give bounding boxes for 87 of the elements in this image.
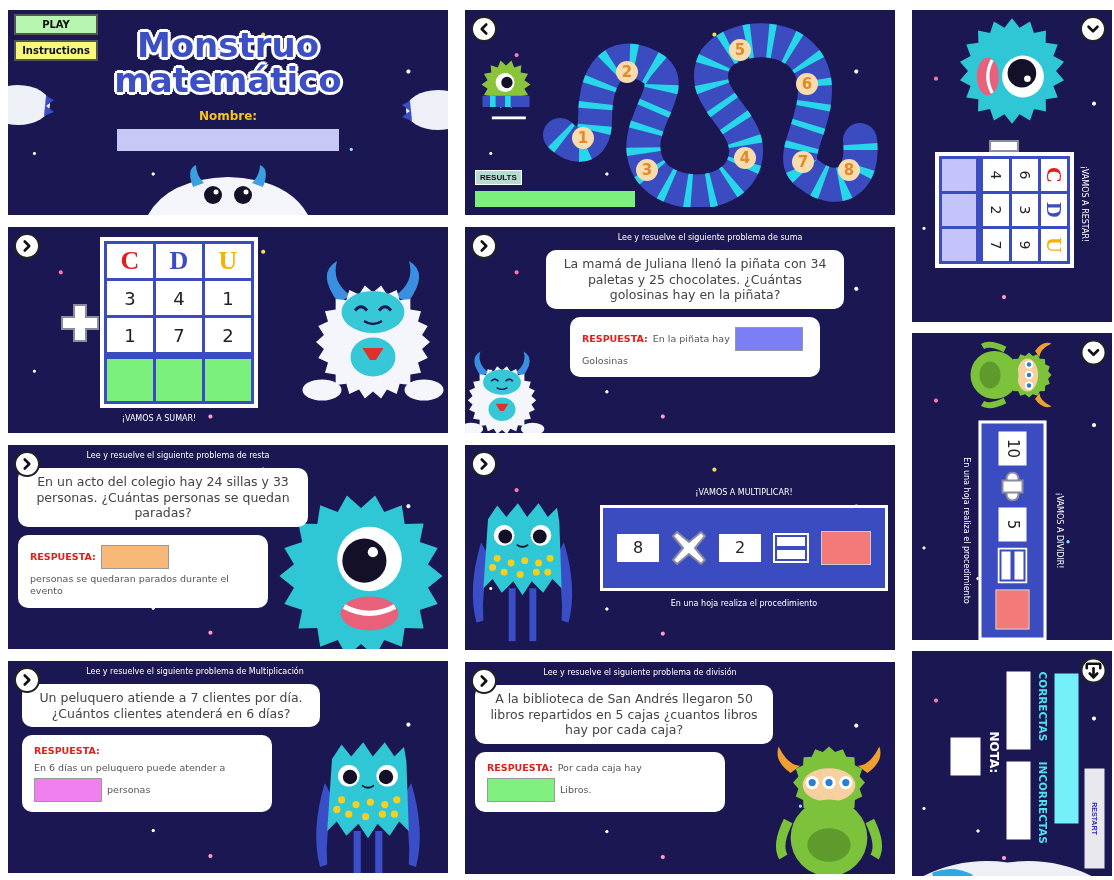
operand-cell: 2 <box>719 533 761 562</box>
table-cell: 3 <box>107 281 153 315</box>
answer-text: personas <box>107 783 151 797</box>
menu-button[interactable]: PLAY <box>14 14 98 35</box>
table-cell: 7 <box>983 229 1009 261</box>
answer-text: En 6 días un peluquero puede atender a <box>34 761 226 774</box>
answer-field[interactable] <box>107 359 153 401</box>
answer-field[interactable] <box>34 777 102 802</box>
column-header: U <box>205 244 251 278</box>
answer-text: En la piñata hay <box>652 332 730 346</box>
next-button[interactable] <box>471 451 497 477</box>
operand-cell: 10 <box>998 431 1026 465</box>
score-field[interactable] <box>1006 671 1030 749</box>
answer-text: Por cada caja hay <box>557 761 642 775</box>
column-header: C <box>107 244 153 278</box>
question-card: La mamá de Juliana llenó la piñata con 34 paletas y 25 chocolates. ¿Cuántas golosinas hay en la piñata? <box>546 250 844 309</box>
instruction-text: Lee y resuelve el siguiente problema de suma <box>616 233 803 242</box>
score-label: INCORRECTAS <box>1036 761 1048 844</box>
multiply-icon <box>671 529 707 566</box>
exit-icon <box>1084 661 1102 679</box>
table-cell: 7 <box>156 318 202 352</box>
next-button[interactable] <box>471 233 497 259</box>
score-label: CORRECTAS <box>1036 671 1048 743</box>
question-card: Un peluquero atiende a 7 clientes por día. ¿Cuántos clientes atenderá en 6 días? <box>22 684 320 728</box>
caption-text: ¡VAMOS A DIVIDIR! <box>1054 491 1063 569</box>
answer-field[interactable] <box>942 194 976 226</box>
operand-cell: 8 <box>617 533 659 562</box>
answer-text: Golosinas <box>582 354 628 368</box>
next-button[interactable] <box>14 451 40 477</box>
equals-icon <box>773 532 809 563</box>
grade-label: NOTA: <box>986 731 1000 775</box>
table-cell: 1 <box>107 318 153 352</box>
next-button[interactable] <box>1080 339 1106 365</box>
answer-field[interactable] <box>821 530 871 565</box>
instruction-text: Lee y resuelve el siguiente problema de resta <box>85 451 270 460</box>
next-button[interactable] <box>14 233 40 259</box>
column-header: D <box>1041 194 1067 226</box>
answer-field[interactable] <box>942 159 976 191</box>
column-header: C <box>1041 159 1067 191</box>
answer-field[interactable] <box>100 544 169 569</box>
field-label: Nombre: <box>198 109 258 124</box>
next-button[interactable] <box>14 667 40 693</box>
table-cell: 9 <box>1012 229 1038 261</box>
answer-label: RESPUESTA: <box>487 761 553 775</box>
answer-field[interactable] <box>995 589 1029 629</box>
table-cell: 4 <box>983 159 1009 191</box>
instruction-text: Lee y resuelve el siguiente problema de división <box>542 668 737 677</box>
answer-label: RESPUESTA: <box>34 745 100 758</box>
answer-field[interactable] <box>205 359 251 401</box>
table-cell: 4 <box>156 281 202 315</box>
answer-label: RESPUESTA: <box>582 332 648 346</box>
operand-cell: 5 <box>998 507 1026 541</box>
answer-field[interactable] <box>156 359 202 401</box>
footer-text: En una hoja realiza el procedimiento <box>670 598 818 608</box>
answer-text: personas se quedaran parados durante el evento <box>30 572 230 598</box>
answer-label: RESPUESTA: <box>30 550 96 564</box>
menu-button[interactable]: Instructions <box>14 40 98 61</box>
exit-button[interactable] <box>1080 657 1106 683</box>
grade-field[interactable] <box>950 737 980 775</box>
table-cell: 2 <box>983 194 1009 226</box>
input-field[interactable] <box>475 191 635 207</box>
instruction-text: Lee y resuelve el siguiente problema de Multiplicación <box>85 667 304 676</box>
column-header: U <box>1041 229 1067 261</box>
results-button[interactable]: RESULTS <box>475 170 522 185</box>
table-cell: 6 <box>1012 159 1038 191</box>
question-card: En un acto del colegio hay 24 sillas y 33 personas. ¿Cuántas personas se quedan paradas? <box>18 468 308 527</box>
score-field[interactable] <box>1006 761 1030 839</box>
caption-text: ¡VAMOS A SUMAR! <box>121 414 197 423</box>
answer-field[interactable] <box>942 229 976 261</box>
table-cell: 1 <box>205 281 251 315</box>
footer-text: En una hoja realiza el procedimiento <box>961 456 970 604</box>
answer-field[interactable] <box>734 326 803 351</box>
back-button[interactable] <box>471 16 497 42</box>
table-cell: 2 <box>205 318 251 352</box>
game-title: Monstruo matemático <box>114 28 342 98</box>
caption-text: ¡VAMOS A RESTAR! <box>1080 165 1089 243</box>
question-card: A la biblioteca de San Andrés llegaron 50 libros repartidos en 5 cajas ¿cuantos libros hay por cada caja? <box>475 685 773 744</box>
equals-icon <box>997 547 1027 583</box>
name-field[interactable] <box>117 129 339 152</box>
table-cell: 3 <box>1012 194 1038 226</box>
caption-text: ¡VAMOS A MULTIPLICAR! <box>695 487 793 497</box>
next-button[interactable] <box>1080 16 1106 42</box>
column-header: D <box>156 244 202 278</box>
next-button[interactable] <box>471 668 497 694</box>
level-step[interactable]: 8 <box>838 159 860 181</box>
answer-text: Libros. <box>560 784 592 797</box>
answer-field[interactable] <box>487 778 555 803</box>
